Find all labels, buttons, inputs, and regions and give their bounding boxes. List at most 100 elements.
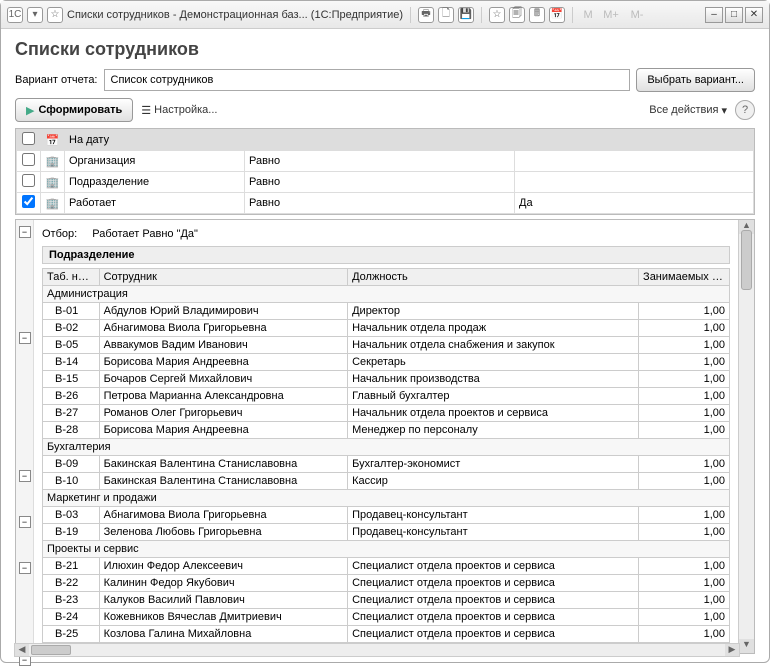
table-row[interactable]: В-28 Борисова Мария Андреевна Менеджер п… xyxy=(43,422,730,439)
table-row[interactable]: В-19 Зеленова Любовь Григорьевна Продаве… xyxy=(43,524,730,541)
filter-field[interactable]: Организация xyxy=(65,151,245,172)
collapse-toggle[interactable]: − xyxy=(19,470,31,482)
scroll-left-icon[interactable]: ◀ xyxy=(15,644,29,656)
table-row[interactable]: В-27 Романов Олег Григорьевич Начальник … xyxy=(43,405,730,422)
cell-employee: Зеленова Любовь Григорьевна xyxy=(99,524,348,541)
table-row[interactable]: В-05 Аввакумов Вадим Иванович Начальник … xyxy=(43,337,730,354)
cell-rate: 1,00 xyxy=(639,337,730,354)
favorite-icon[interactable]: ☆ xyxy=(489,7,505,23)
filter-field[interactable]: Работает xyxy=(65,193,245,214)
all-actions-menu[interactable]: Все действия ▾ xyxy=(649,104,727,117)
table-row[interactable]: В-09 Бакинская Валентина Станиславовна Б… xyxy=(43,456,730,473)
filter-checkbox[interactable] xyxy=(22,195,35,208)
table-row[interactable]: В-10 Бакинская Валентина Станиславовна К… xyxy=(43,473,730,490)
table-row[interactable]: В-15 Бочаров Сергей Михайлович Начальник… xyxy=(43,371,730,388)
cell-tab: В-10 xyxy=(43,473,100,490)
horizontal-scrollbar[interactable]: ◀ ▶ xyxy=(14,643,740,657)
cell-tab: В-23 xyxy=(43,592,100,609)
maximize-button[interactable]: □ xyxy=(725,7,743,23)
cell-tab: В-15 xyxy=(43,371,100,388)
outline-gutter: − − − − − − xyxy=(16,220,34,653)
col-tab-number[interactable]: Таб. номер xyxy=(43,269,100,286)
col-rates[interactable]: Занимаемых ставок xyxy=(639,269,730,286)
cell-rate: 1,00 xyxy=(639,609,730,626)
table-row[interactable]: В-02 Абнагимова Виола Григорьевна Началь… xyxy=(43,320,730,337)
close-button[interactable]: ✕ xyxy=(745,7,763,23)
collapse-toggle[interactable]: − xyxy=(19,516,31,528)
separator xyxy=(481,7,482,23)
cell-employee: Борисова Мария Андреевна xyxy=(99,422,348,439)
form-button[interactable]: ▶Сформировать xyxy=(15,98,133,122)
save-icon[interactable]: 💾 xyxy=(458,7,474,23)
col-position[interactable]: Должность xyxy=(348,269,639,286)
group-row[interactable]: Бухгалтерия xyxy=(43,439,730,456)
history-icon[interactable]: 🗐 xyxy=(509,7,525,23)
report-area: − − − − − − Отбор: Работает Равно "Да" П… xyxy=(15,219,755,654)
settings-icon: ☰ xyxy=(141,104,151,117)
calculator-icon[interactable]: 🖩 xyxy=(529,7,545,23)
cell-employee: Борисова Мария Андреевна xyxy=(99,354,348,371)
cell-employee: Калинин Федор Якубович xyxy=(99,575,348,592)
table-row[interactable]: В-24 Кожевников Вячеслав Дмитриевич Спец… xyxy=(43,609,730,626)
filter-op[interactable]: Равно xyxy=(245,151,515,172)
cell-employee: Бакинская Валентина Станиславовна xyxy=(99,456,348,473)
calendar-icon[interactable]: 📅 xyxy=(549,7,565,23)
table-row[interactable]: В-23 Калуков Василий Павлович Специалист… xyxy=(43,592,730,609)
group-header: Подразделение xyxy=(42,246,730,264)
filter-checkbox[interactable] xyxy=(22,174,35,187)
table-row[interactable]: В-14 Борисова Мария Андреевна Секретарь … xyxy=(43,354,730,371)
filter-op[interactable]: Равно xyxy=(245,193,515,214)
dropdown-icon[interactable]: ▾ xyxy=(27,7,43,23)
cell-rate: 1,00 xyxy=(639,473,730,490)
table-row[interactable]: В-22 Калинин Федор Якубович Специалист о… xyxy=(43,575,730,592)
memory-m-btn[interactable]: M xyxy=(580,7,596,23)
collapse-toggle[interactable]: − xyxy=(19,226,31,238)
group-row[interactable]: Проекты и сервис xyxy=(43,541,730,558)
variant-label: Вариант отчета: xyxy=(15,74,98,86)
cell-rate: 1,00 xyxy=(639,626,730,643)
table-row[interactable]: В-25 Козлова Галина Михайловна Специалис… xyxy=(43,626,730,643)
filter-all-checkbox[interactable] xyxy=(22,132,35,145)
scroll-right-icon[interactable]: ▶ xyxy=(725,644,739,656)
group-row[interactable]: Маркетинг и продажи xyxy=(43,490,730,507)
print-icon[interactable]: 🖶 xyxy=(418,7,434,23)
group-row[interactable]: Администрация xyxy=(43,286,730,303)
cell-tab: В-21 xyxy=(43,558,100,575)
cell-position: Начальник производства xyxy=(348,371,639,388)
settings-link[interactable]: ☰Настройка... xyxy=(141,104,217,117)
scroll-down-icon[interactable]: ▼ xyxy=(739,639,754,653)
table-row[interactable]: В-01 Абдулов Юрий Владимирович Директор … xyxy=(43,303,730,320)
vertical-scrollbar[interactable]: ▲ ▼ xyxy=(738,220,754,653)
collapse-toggle[interactable]: − xyxy=(19,562,31,574)
cell-tab: В-14 xyxy=(43,354,100,371)
scroll-thumb[interactable] xyxy=(741,230,752,290)
filter-op[interactable]: Равно xyxy=(245,172,515,193)
scroll-thumb[interactable] xyxy=(31,645,71,655)
cell-position: Секретарь xyxy=(348,354,639,371)
cell-position: Продавец-консультант xyxy=(348,524,639,541)
help-button[interactable]: ? xyxy=(735,100,755,120)
preview-icon[interactable]: 🗋 xyxy=(438,7,454,23)
filter-field[interactable]: Подразделение xyxy=(65,172,245,193)
variant-input[interactable] xyxy=(104,69,631,91)
memory-mplus-btn[interactable]: M+ xyxy=(600,7,622,23)
separator xyxy=(410,7,411,23)
minimize-button[interactable]: – xyxy=(705,7,723,23)
memory-mminus-btn[interactable]: M- xyxy=(626,7,648,23)
cell-rate: 1,00 xyxy=(639,524,730,541)
filter-checkbox[interactable] xyxy=(22,153,35,166)
cell-rate: 1,00 xyxy=(639,558,730,575)
table-row[interactable]: В-21 Илюхин Федор Алексеевич Специалист … xyxy=(43,558,730,575)
choose-variant-button[interactable]: Выбрать вариант... xyxy=(636,68,755,92)
filter-value[interactable] xyxy=(515,151,754,172)
filter-value[interactable]: Да xyxy=(515,193,754,214)
star-icon[interactable]: ☆ xyxy=(47,7,63,23)
collapse-toggle[interactable]: − xyxy=(19,332,31,344)
col-employee[interactable]: Сотрудник xyxy=(99,269,348,286)
cell-employee: Романов Олег Григорьевич xyxy=(99,405,348,422)
cell-employee: Петрова Марианна Александровна xyxy=(99,388,348,405)
filter-value[interactable] xyxy=(515,172,754,193)
cell-rate: 1,00 xyxy=(639,592,730,609)
table-row[interactable]: В-26 Петрова Марианна Александровна Глав… xyxy=(43,388,730,405)
table-row[interactable]: В-03 Абнагимова Виола Григорьевна Продав… xyxy=(43,507,730,524)
